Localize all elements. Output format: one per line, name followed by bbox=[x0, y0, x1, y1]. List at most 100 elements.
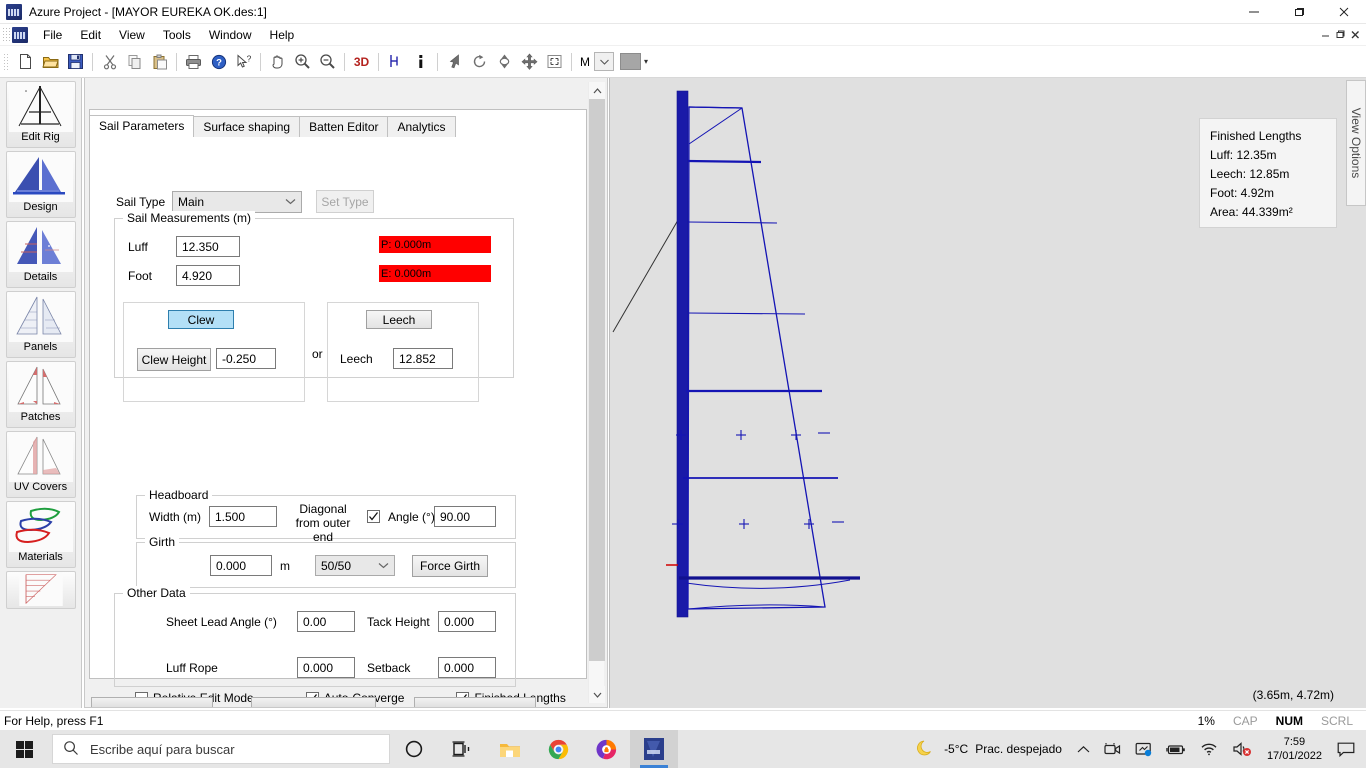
context-help-icon[interactable]: ? bbox=[231, 50, 256, 74]
view-options-tab[interactable]: View Options bbox=[1346, 80, 1366, 206]
weather-widget[interactable]: -5°C Prac. despejado bbox=[915, 737, 1070, 762]
finished-foot-value: Foot: 4.92m bbox=[1210, 186, 1275, 200]
sidebar-item-design[interactable]: Design bbox=[5, 151, 76, 218]
mdi-restore-button[interactable] bbox=[1333, 28, 1347, 42]
angle-input[interactable] bbox=[434, 506, 496, 527]
menu-item-file[interactable]: File bbox=[34, 26, 71, 44]
foot-input[interactable] bbox=[176, 265, 240, 286]
girth-input[interactable] bbox=[210, 555, 272, 576]
sidebar-item-graph[interactable] bbox=[5, 571, 76, 609]
tab-surface-shaping[interactable]: Surface shaping bbox=[193, 116, 301, 137]
sidebar-item-materials[interactable]: Materials bbox=[5, 501, 76, 568]
move-icon[interactable] bbox=[517, 50, 542, 74]
paste-icon[interactable] bbox=[147, 50, 172, 74]
toolbar-overflow-caret[interactable]: ▾ bbox=[644, 57, 648, 66]
panel-tabs: Sail Parameters Surface shaping Batten E… bbox=[89, 115, 456, 137]
sail-drawing-canvas[interactable]: Finished Lengths Luff: 12.35m Leech: 12.… bbox=[609, 78, 1366, 708]
menu-item-edit[interactable]: Edit bbox=[71, 26, 110, 44]
battery-icon[interactable] bbox=[1159, 730, 1193, 768]
info-icon[interactable] bbox=[408, 50, 433, 74]
scroll-down-icon[interactable] bbox=[589, 686, 605, 703]
scroll-up-icon[interactable] bbox=[589, 82, 605, 99]
girth-ratio-select[interactable]: 50/50 bbox=[315, 555, 395, 576]
tack-height-input[interactable] bbox=[438, 611, 496, 632]
clew-height-button[interactable]: Clew Height bbox=[137, 348, 211, 371]
pan-icon[interactable] bbox=[265, 50, 290, 74]
open-icon[interactable] bbox=[38, 50, 63, 74]
toolbar-separator bbox=[437, 52, 438, 71]
sidebar-item-uv-covers[interactable]: UV Covers bbox=[5, 431, 76, 498]
three-d-icon[interactable]: 3D bbox=[349, 50, 374, 74]
luff-input[interactable] bbox=[176, 236, 240, 257]
sidebar-item-edit-rig[interactable]: Edit Rig bbox=[5, 81, 76, 148]
menu-grip[interactable] bbox=[2, 26, 10, 43]
chrome-icon[interactable] bbox=[534, 730, 582, 768]
tab-batten-editor[interactable]: Batten Editor bbox=[299, 116, 389, 137]
clew-height-input[interactable] bbox=[216, 348, 276, 369]
sheet-lead-angle-label: Sheet Lead Angle (°) bbox=[166, 615, 277, 629]
force-girth-button[interactable]: Force Girth bbox=[412, 555, 488, 577]
start-button[interactable] bbox=[0, 730, 48, 768]
avast-browser-icon[interactable] bbox=[582, 730, 630, 768]
sidebar-item-panels[interactable]: Panels bbox=[5, 291, 76, 358]
display-icon[interactable] bbox=[1128, 730, 1159, 768]
cortana-icon[interactable] bbox=[390, 730, 438, 768]
menu-item-view[interactable]: View bbox=[110, 26, 154, 44]
taskbar-clock[interactable]: 7:59 17/01/2022 bbox=[1259, 735, 1330, 763]
file-explorer-icon[interactable] bbox=[486, 730, 534, 768]
cut-icon[interactable] bbox=[97, 50, 122, 74]
girth-group: Girth m 50/50 Force Girth bbox=[136, 535, 516, 588]
luff-rope-input[interactable] bbox=[297, 657, 355, 678]
scrollbar-thumb[interactable] bbox=[589, 99, 605, 661]
panel-scrollbar[interactable] bbox=[588, 82, 605, 703]
menu-item-help[interactable]: Help bbox=[261, 26, 304, 44]
minimize-button[interactable] bbox=[1231, 0, 1276, 24]
fit-view-icon[interactable] bbox=[542, 50, 567, 74]
setback-input[interactable] bbox=[438, 657, 496, 678]
close-button[interactable] bbox=[1321, 0, 1366, 24]
zoom-out-icon[interactable] bbox=[315, 50, 340, 74]
help-icon[interactable]: ? bbox=[206, 50, 231, 74]
copy-icon[interactable] bbox=[122, 50, 147, 74]
save-icon[interactable] bbox=[63, 50, 88, 74]
chevron-up-icon[interactable] bbox=[1070, 730, 1097, 768]
zoom-in-icon[interactable] bbox=[290, 50, 315, 74]
new-icon[interactable] bbox=[13, 50, 38, 74]
panel-bottom-button-1[interactable] bbox=[91, 697, 213, 707]
volume-muted-icon[interactable] bbox=[1225, 730, 1259, 768]
leech-input[interactable] bbox=[393, 348, 453, 369]
azure-project-taskbar-icon[interactable] bbox=[630, 730, 678, 768]
leech-button[interactable]: Leech bbox=[366, 310, 432, 329]
toolbar-grip[interactable] bbox=[3, 52, 10, 71]
clew-button[interactable]: Clew bbox=[168, 310, 234, 329]
tab-analytics[interactable]: Analytics bbox=[387, 116, 456, 137]
task-view-icon[interactable] bbox=[438, 730, 486, 768]
set-type-button[interactable]: Set Type bbox=[316, 190, 374, 213]
notification-icon[interactable] bbox=[1330, 730, 1362, 768]
webcam-icon[interactable] bbox=[1097, 730, 1128, 768]
print-icon[interactable] bbox=[181, 50, 206, 74]
panel-bottom-button-2[interactable] bbox=[251, 697, 376, 707]
flip-vertical-icon[interactable] bbox=[492, 50, 517, 74]
colour-swatch[interactable] bbox=[620, 53, 641, 70]
measure-icon[interactable] bbox=[383, 50, 408, 74]
search-input[interactable]: Escribe aquí para buscar bbox=[52, 734, 390, 764]
menu-item-tools[interactable]: Tools bbox=[154, 26, 200, 44]
select-arrow-icon[interactable] bbox=[442, 50, 467, 74]
mdi-minimize-button[interactable] bbox=[1318, 28, 1332, 42]
sidebar-item-details[interactable]: Details bbox=[5, 221, 76, 288]
finished-lengths-box: Finished Lengths Luff: 12.35m Leech: 12.… bbox=[1199, 118, 1337, 228]
tab-sail-parameters[interactable]: Sail Parameters bbox=[89, 115, 195, 137]
maximize-button[interactable] bbox=[1276, 0, 1321, 24]
mdi-close-button[interactable] bbox=[1348, 28, 1362, 42]
sail-type-select[interactable]: Main bbox=[172, 190, 302, 213]
unit-dropdown[interactable] bbox=[594, 52, 614, 71]
headboard-width-input[interactable] bbox=[209, 506, 277, 527]
menu-item-window[interactable]: Window bbox=[200, 26, 261, 44]
diagonal-checkbox[interactable] bbox=[367, 510, 380, 523]
sheet-lead-angle-input[interactable] bbox=[297, 611, 355, 632]
panel-bottom-button-3[interactable] bbox=[414, 697, 536, 707]
wifi-icon[interactable] bbox=[1193, 730, 1225, 768]
sidebar-item-patches[interactable]: Patches bbox=[5, 361, 76, 428]
rotate-icon[interactable] bbox=[467, 50, 492, 74]
